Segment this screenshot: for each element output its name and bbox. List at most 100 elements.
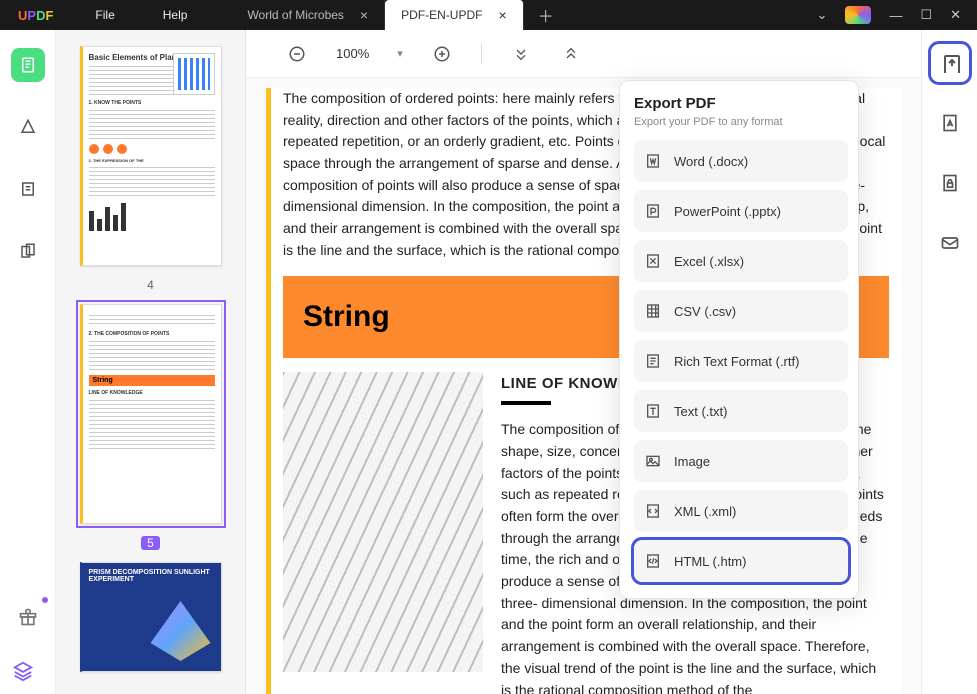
export-html[interactable]: HTML (.htm)	[634, 540, 848, 582]
export-xml[interactable]: XML (.xml)	[634, 490, 848, 532]
html-icon	[644, 552, 662, 570]
minimize-button[interactable]: —	[889, 8, 902, 23]
thumb-heading: LINE OF KNOWLEDGE	[89, 390, 215, 396]
export-pdf-panel: Export PDF Export your PDF to any format…	[619, 80, 859, 599]
document-tabs: World of Microbes × PDF-EN-UPDF × ＋	[231, 0, 800, 30]
double-chevron-up-icon	[563, 46, 579, 62]
scroll-up-button[interactable]	[560, 43, 582, 65]
export-title: Export PDF	[634, 95, 848, 112]
view-toolbar: 100% ▾	[246, 30, 921, 78]
thumb-section: 1. KNOW THE POINTS	[89, 100, 215, 106]
zoom-level: 100%	[336, 46, 369, 61]
close-window-button[interactable]: ✕	[950, 7, 961, 23]
export-excel[interactable]: Excel (.xlsx)	[634, 240, 848, 282]
scroll-down-button[interactable]	[510, 43, 532, 65]
xml-icon	[644, 502, 662, 520]
menu-help[interactable]: Help	[139, 8, 212, 22]
export-label: Text (.txt)	[674, 404, 727, 419]
thumbnail-panel: Basic Elements of Plane Space 1. KNOW TH…	[56, 30, 246, 694]
thumbnail-page-6[interactable]: PRISM DECOMPOSITION SUNLIGHT EXPERIMENT	[76, 558, 226, 676]
edit-tool-button[interactable]	[11, 172, 45, 206]
zoom-out-button[interactable]	[286, 43, 308, 65]
protect-button[interactable]	[933, 166, 967, 200]
share-button[interactable]	[933, 226, 967, 260]
gift-button[interactable]	[11, 600, 45, 634]
image-icon	[644, 452, 662, 470]
export-image[interactable]: Image	[634, 440, 848, 482]
chevron-down-icon[interactable]: ⌄	[817, 7, 828, 23]
architecture-image	[283, 372, 483, 672]
export-label: CSV (.csv)	[674, 304, 736, 319]
menu-file[interactable]: File	[71, 8, 138, 22]
export-txt[interactable]: Text (.txt)	[634, 390, 848, 432]
thumb-title: PRISM DECOMPOSITION SUNLIGHT EXPERIMENT	[89, 569, 215, 583]
app-logo: UPDF	[0, 8, 71, 23]
export-rtf[interactable]: Rich Text Format (.rtf)	[634, 340, 848, 382]
minus-circle-icon	[288, 45, 306, 63]
export-label: Excel (.xlsx)	[674, 254, 744, 269]
heading-underline	[501, 401, 551, 405]
pencil-icon	[19, 118, 37, 136]
zoom-in-button[interactable]	[431, 43, 453, 65]
maximize-button[interactable]: ☐	[920, 7, 932, 23]
lock-file-icon	[940, 173, 960, 193]
excel-icon	[644, 252, 662, 270]
left-toolbar	[0, 30, 56, 694]
pages-icon	[19, 242, 37, 260]
tab-label: World of Microbes	[247, 8, 343, 22]
layers-icon	[12, 660, 34, 682]
export-label: Word (.docx)	[674, 154, 748, 169]
export-label: Rich Text Format (.rtf)	[674, 354, 799, 369]
double-chevron-down-icon	[513, 46, 529, 62]
thumb-section: 2. THE COMPOSITION OF POINTS	[89, 331, 215, 337]
thumb-chart	[173, 53, 215, 95]
thumb-string-banner: String	[89, 375, 215, 386]
add-tab-button[interactable]: ＋	[524, 0, 568, 30]
chevron-down-icon[interactable]: ▾	[397, 47, 403, 60]
right-toolbar	[921, 30, 977, 694]
rtf-icon	[644, 352, 662, 370]
powerpoint-icon	[644, 202, 662, 220]
gift-icon	[18, 607, 38, 627]
tab-world-of-microbes[interactable]: World of Microbes ×	[231, 0, 385, 30]
thumbnail-page-5[interactable]: 2. THE COMPOSITION OF POINTS String LINE…	[76, 300, 226, 528]
document-icon	[19, 56, 37, 74]
brand-badge-icon[interactable]	[845, 6, 871, 24]
thumb-page-number: 5	[141, 536, 160, 550]
reader-mode-button[interactable]	[11, 48, 45, 82]
thumb-page-number: 4	[147, 278, 154, 292]
titlebar: UPDF File Help World of Microbes × PDF-E…	[0, 0, 977, 30]
csv-icon	[644, 302, 662, 320]
export-subtitle: Export your PDF to any format	[634, 116, 848, 128]
export-word[interactable]: Word (.docx)	[634, 140, 848, 182]
thumbnail-page-4[interactable]: Basic Elements of Plane Space 1. KNOW TH…	[76, 42, 226, 270]
thumb-section: 2. THE EXPRESSION OF THE	[89, 158, 215, 163]
pdf-a-icon	[940, 113, 960, 133]
export-label: XML (.xml)	[674, 504, 736, 519]
window-controls: ⌄ — ☐ ✕	[801, 6, 977, 24]
close-icon[interactable]: ×	[498, 7, 506, 23]
prism-graphic	[151, 601, 211, 661]
app-body: Basic Elements of Plane Space 1. KNOW TH…	[0, 30, 977, 694]
export-options: Word (.docx) PowerPoint (.pptx) Excel (.…	[634, 140, 848, 582]
plus-circle-icon	[433, 45, 451, 63]
word-icon	[644, 152, 662, 170]
comment-tool-button[interactable]	[11, 110, 45, 144]
export-label: HTML (.htm)	[674, 554, 746, 569]
organize-pages-button[interactable]	[11, 234, 45, 268]
txt-icon	[644, 402, 662, 420]
tab-pdf-en-updf[interactable]: PDF-EN-UPDF ×	[385, 0, 524, 30]
close-icon[interactable]: ×	[360, 7, 368, 23]
convert-button[interactable]	[933, 106, 967, 140]
export-icon	[940, 53, 960, 73]
export-label: Image	[674, 454, 710, 469]
export-button[interactable]	[933, 46, 967, 80]
envelope-icon	[940, 233, 960, 253]
export-csv[interactable]: CSV (.csv)	[634, 290, 848, 332]
tab-label: PDF-EN-UPDF	[401, 8, 482, 22]
layers-button[interactable]	[12, 660, 34, 682]
document-area: 100% ▾ The composition of ordered points…	[246, 30, 921, 694]
page-edit-icon	[19, 180, 37, 198]
export-powerpoint[interactable]: PowerPoint (.pptx)	[634, 190, 848, 232]
export-label: PowerPoint (.pptx)	[674, 204, 781, 219]
